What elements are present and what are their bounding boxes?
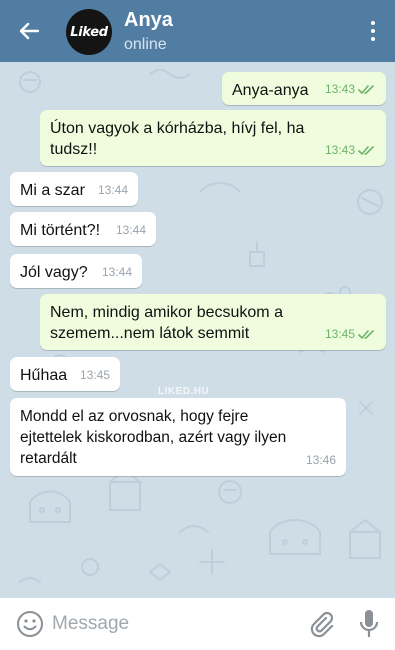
message-time: 13:44 — [101, 265, 132, 279]
message-meta: 13:43 — [325, 79, 376, 100]
microphone-icon[interactable] — [356, 608, 382, 640]
message-text: Úton vagyok a kórházba, hívj fel, ha tud… — [50, 120, 305, 158]
double-check-icon — [358, 84, 374, 94]
message-incoming[interactable]: Jól vagy? 13:44 — [10, 254, 142, 288]
message-text: Nem, mindig amikor becsukom a szemem...n… — [50, 304, 283, 342]
message-time: 13:44 — [115, 223, 146, 237]
contact-name[interactable]: Anya — [124, 9, 173, 32]
message-list[interactable]: Anya-anya 13:43 Úton vagyok a kórházba, … — [0, 62, 395, 598]
watermark: LIKED.HU — [158, 386, 210, 397]
contact-status: online — [124, 36, 167, 53]
message-text: Mondd el az orvosnak, hogy fejre ejtette… — [20, 408, 287, 467]
message-input[interactable] — [52, 610, 292, 638]
message-incoming[interactable]: Mi történt?! 13:44 — [10, 212, 156, 246]
message-outgoing[interactable]: Anya-anya 13:43 — [222, 72, 386, 105]
message-composer — [0, 598, 395, 650]
message-outgoing[interactable]: Nem, mindig amikor becsukom a szemem...n… — [40, 294, 386, 350]
message-incoming[interactable]: Hűhaa 13:45 — [10, 357, 120, 391]
chat-header: Liked Anya online — [0, 0, 395, 62]
back-button[interactable] — [14, 16, 44, 46]
message-time: 13:44 — [97, 183, 128, 197]
double-check-icon — [358, 145, 374, 155]
message-outgoing[interactable]: Úton vagyok a kórházba, hívj fel, ha tud… — [40, 110, 386, 166]
message-meta: 13:43 — [325, 140, 376, 161]
message-incoming[interactable]: Mi a szar 13:44 — [10, 172, 138, 206]
avatar[interactable]: Liked — [66, 9, 112, 55]
paperclip-icon[interactable] — [306, 609, 336, 639]
smiley-icon[interactable] — [16, 610, 44, 638]
double-check-icon — [358, 329, 374, 339]
arrow-left-icon — [19, 22, 39, 40]
message-time: 13:43 — [324, 143, 355, 157]
message-time: 13:46 — [305, 453, 336, 467]
message-incoming[interactable]: Mondd el az orvosnak, hogy fejre ejtette… — [10, 398, 346, 476]
message-meta: 13:45 — [325, 324, 376, 345]
message-time: 13:43 — [324, 82, 355, 96]
avatar-logo-text: Liked — [70, 24, 108, 40]
more-vertical-icon — [371, 21, 375, 25]
message-time: 13:45 — [324, 327, 355, 341]
more-menu-button[interactable] — [361, 18, 385, 44]
message-time: 13:45 — [79, 368, 110, 382]
